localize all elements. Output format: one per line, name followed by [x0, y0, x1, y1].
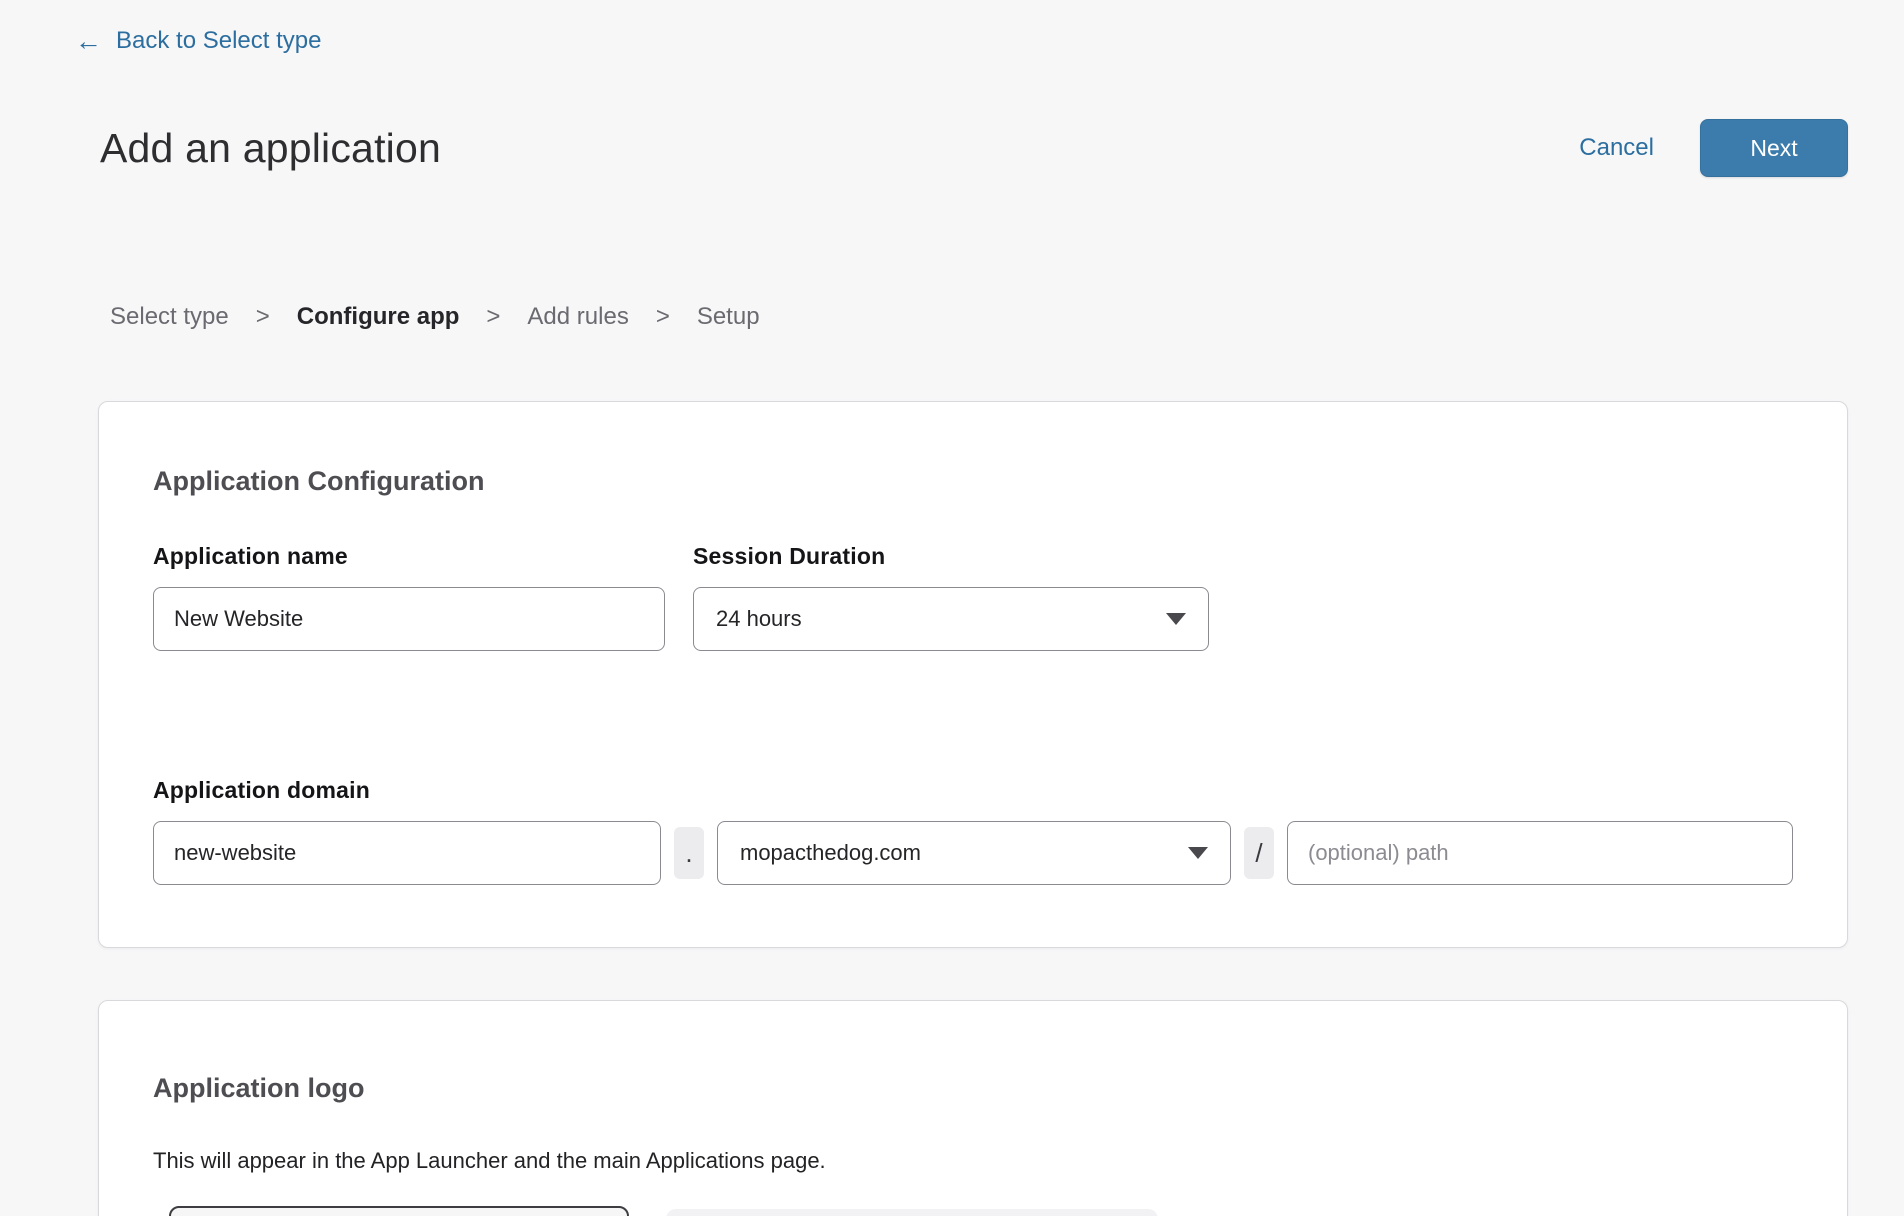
breadcrumb-separator: >	[656, 303, 670, 331]
application-name-label: Application name	[153, 543, 665, 570]
dot-separator: .	[674, 827, 704, 879]
name-session-row: Application name Session Duration 24 hou…	[153, 543, 1793, 651]
back-link-label: Back to Select type	[116, 27, 321, 55]
logo-option-selected-tab[interactable]	[169, 1206, 629, 1216]
application-name-input[interactable]	[153, 587, 665, 651]
slash-separator: /	[1244, 827, 1274, 879]
logo-option-plain-tab[interactable]	[666, 1209, 1158, 1216]
path-input[interactable]	[1287, 821, 1793, 885]
back-to-select-type-link[interactable]: ← Back to Select type	[75, 27, 321, 55]
wizard-breadcrumb: Select type > Configure app > Add rules …	[110, 303, 1904, 331]
page-title: Add an application	[100, 125, 441, 172]
session-duration-value: 24 hours	[716, 606, 802, 632]
domain-select-value: mopacthedog.com	[740, 840, 921, 866]
chevron-down-icon	[1166, 613, 1186, 625]
back-arrow-icon: ←	[75, 28, 102, 55]
header-actions: Cancel Next	[1579, 119, 1848, 177]
add-application-page: ← Back to Select type Add an application…	[0, 0, 1904, 1216]
next-button[interactable]: Next	[1700, 119, 1848, 177]
breadcrumb-step-setup[interactable]: Setup	[697, 303, 760, 331]
logo-card-description: This will appear in the App Launcher and…	[153, 1148, 1793, 1174]
application-domain-field: Application domain . mopacthedog.com /	[153, 777, 1793, 885]
configuration-card-heading: Application Configuration	[153, 466, 1793, 497]
subdomain-input[interactable]	[153, 821, 661, 885]
cancel-button[interactable]: Cancel	[1579, 134, 1654, 162]
breadcrumb-step-add-rules[interactable]: Add rules	[527, 303, 628, 331]
application-domain-label: Application domain	[153, 777, 1793, 804]
application-name-field: Application name	[153, 543, 665, 651]
breadcrumb-separator: >	[256, 303, 270, 331]
application-configuration-card: Application Configuration Application na…	[98, 401, 1848, 948]
session-duration-select[interactable]: 24 hours	[693, 587, 1209, 651]
application-logo-card: Application logo This will appear in the…	[98, 1000, 1848, 1216]
breadcrumb-step-select-type[interactable]: Select type	[110, 303, 229, 331]
domain-select[interactable]: mopacthedog.com	[717, 821, 1231, 885]
application-domain-row: . mopacthedog.com /	[153, 821, 1793, 885]
logo-option-tabs	[169, 1206, 1793, 1216]
session-duration-field: Session Duration 24 hours	[693, 543, 1209, 651]
breadcrumb-step-configure-app[interactable]: Configure app	[297, 303, 460, 331]
logo-card-heading: Application logo	[153, 1073, 1793, 1104]
page-header: Add an application Cancel Next	[100, 119, 1848, 177]
session-duration-label: Session Duration	[693, 543, 1209, 570]
breadcrumb-separator: >	[486, 303, 500, 331]
chevron-down-icon	[1188, 847, 1208, 859]
